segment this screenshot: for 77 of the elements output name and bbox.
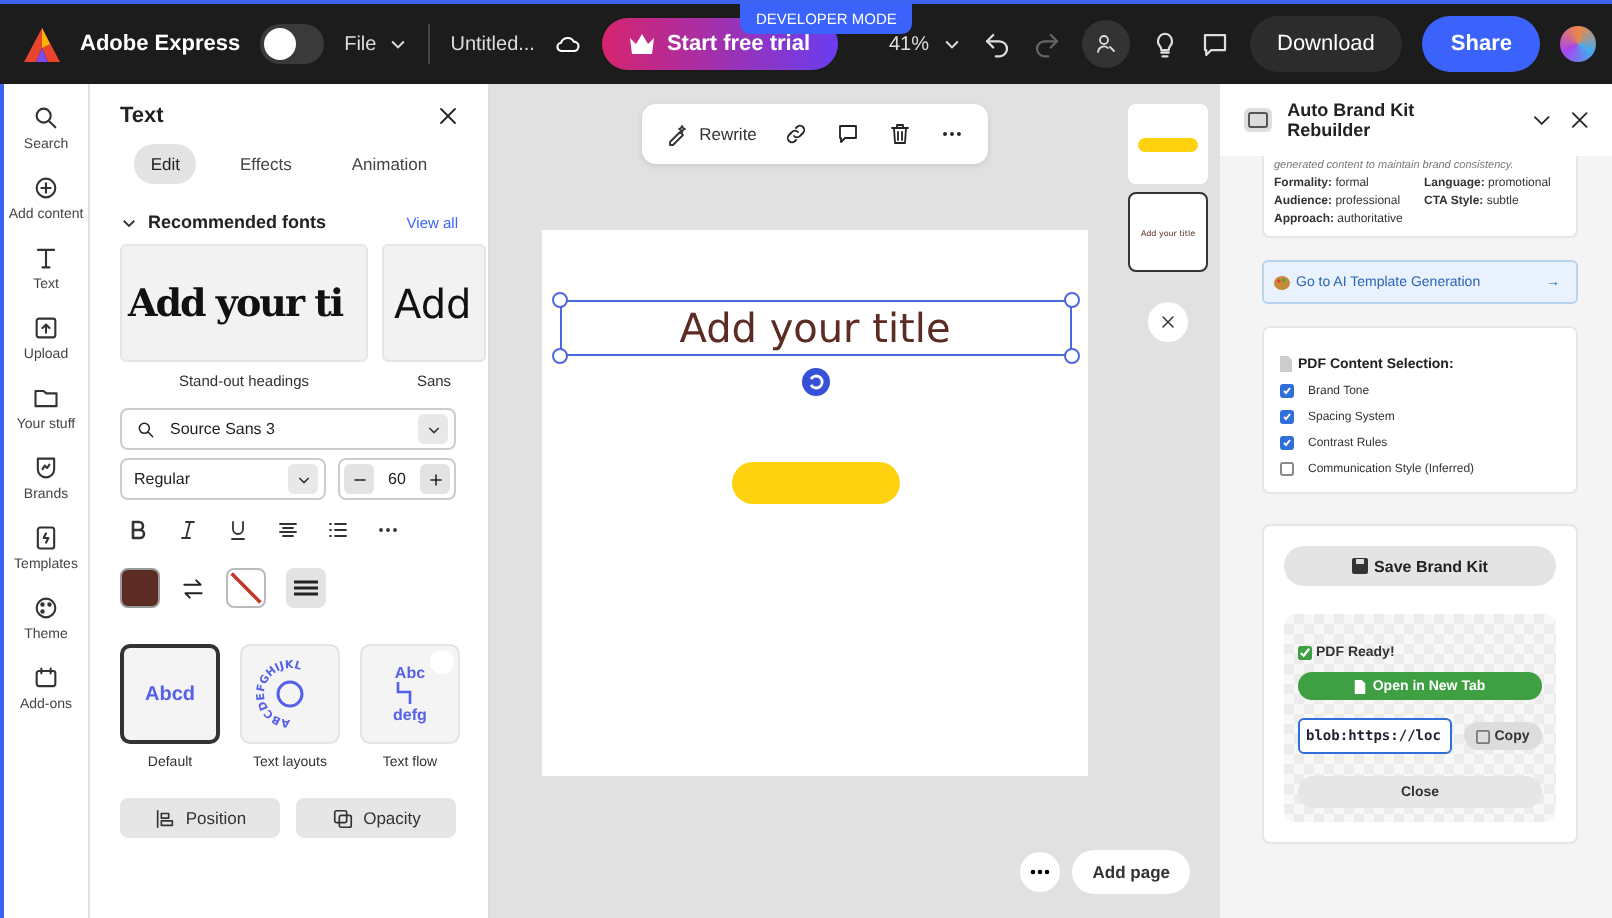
- calendar-icon: [32, 664, 60, 692]
- tab[interactable]: Edit: [134, 144, 196, 184]
- align-center-icon[interactable]: [276, 518, 300, 542]
- download-button[interactable]: Download: [1249, 16, 1403, 72]
- document-icon: [1280, 356, 1292, 372]
- checkmark-icon: [1282, 438, 1292, 448]
- underline-icon[interactable]: [226, 518, 250, 542]
- plus-icon: [425, 469, 445, 489]
- close-button[interactable]: [1148, 302, 1188, 342]
- resize-handle[interactable]: [551, 292, 567, 308]
- swap-icon[interactable]: [180, 575, 206, 601]
- search-icon: [136, 419, 156, 439]
- shield-icon: [32, 454, 60, 482]
- folder-icon: [32, 384, 60, 412]
- share-button[interactable]: Share: [1422, 16, 1540, 72]
- app-name: Adobe Express: [80, 32, 241, 56]
- toggle-switch[interactable]: [260, 24, 325, 64]
- resize-handle[interactable]: [1063, 348, 1079, 364]
- opacity-button[interactable]: Opacity: [296, 798, 456, 838]
- weight-select[interactable]: Regular: [120, 458, 326, 500]
- font-field[interactable]: Source Sans 3: [120, 408, 456, 450]
- position-button[interactable]: Position: [120, 798, 280, 838]
- user-button[interactable]: [1081, 20, 1129, 68]
- file-menu[interactable]: File: [344, 33, 409, 55]
- close-icon[interactable]: [1568, 108, 1593, 132]
- redo-icon[interactable]: [1031, 29, 1061, 59]
- link-icon[interactable]: [784, 122, 809, 146]
- rotate-icon[interactable]: [801, 368, 829, 396]
- person-icon: [1093, 32, 1117, 56]
- opacity-icon: [331, 807, 354, 829]
- text-color-swatch[interactable]: [120, 568, 160, 608]
- avatar[interactable]: [1560, 26, 1596, 62]
- close-icon: [1158, 312, 1178, 332]
- search-icon: [32, 104, 60, 132]
- add-page-button[interactable]: Add page: [1072, 850, 1190, 894]
- magic-pen-icon: [665, 122, 690, 146]
- document-icon: [1354, 679, 1367, 693]
- plus-circle-icon: [32, 174, 60, 202]
- addon-title: Auto Brand Kit Rebuilder: [1287, 100, 1417, 140]
- trash-icon[interactable]: [888, 122, 913, 146]
- tab[interactable]: Animation: [335, 144, 444, 184]
- rewrite-button[interactable]: Rewrite: [665, 122, 757, 146]
- save-brand-kit-button[interactable]: Save Brand Kit: [1284, 546, 1556, 586]
- checkmark-icon: [1282, 412, 1292, 422]
- font-preview[interactable]: Add your ti: [120, 244, 368, 362]
- clipboard-icon: [1476, 729, 1491, 743]
- position-icon: [153, 807, 176, 829]
- page-thumbnail[interactable]: [1128, 104, 1208, 184]
- template-icon: [32, 524, 60, 552]
- list-icon[interactable]: [326, 518, 350, 542]
- comment-icon[interactable]: [836, 122, 861, 146]
- crown-icon: [630, 34, 655, 54]
- resize-handle[interactable]: [1063, 292, 1079, 308]
- zoom-menu[interactable]: 41%: [888, 33, 961, 55]
- bold-icon[interactable]: [126, 518, 150, 542]
- title-text[interactable]: Add your title: [679, 304, 951, 352]
- resize-handle[interactable]: [551, 348, 567, 364]
- logo-icon[interactable]: [24, 27, 60, 61]
- close-icon[interactable]: [436, 104, 460, 128]
- window-icon: [1244, 108, 1272, 132]
- no-fill-swatch[interactable]: [226, 568, 266, 608]
- section-title: Recommended fonts: [148, 212, 327, 232]
- undo-icon[interactable]: [981, 29, 1011, 59]
- checkmark-icon: [1282, 386, 1292, 396]
- document-title[interactable]: Untitled...: [450, 33, 535, 55]
- tab[interactable]: Effects: [224, 144, 308, 184]
- upload-icon: [32, 314, 60, 342]
- more-button[interactable]: [1020, 852, 1061, 892]
- check-icon: [1298, 646, 1312, 660]
- layout-preview[interactable]: Abc defg: [360, 644, 460, 744]
- text-icon: [32, 244, 60, 272]
- stroke-weight-button[interactable]: [286, 568, 326, 608]
- font-preview[interactable]: Add: [382, 244, 486, 362]
- italic-icon[interactable]: [176, 518, 200, 542]
- panel-title: Text: [120, 104, 164, 128]
- size-stepper[interactable]: 60: [338, 458, 456, 500]
- layout-preview[interactable]: Abcd: [120, 644, 220, 744]
